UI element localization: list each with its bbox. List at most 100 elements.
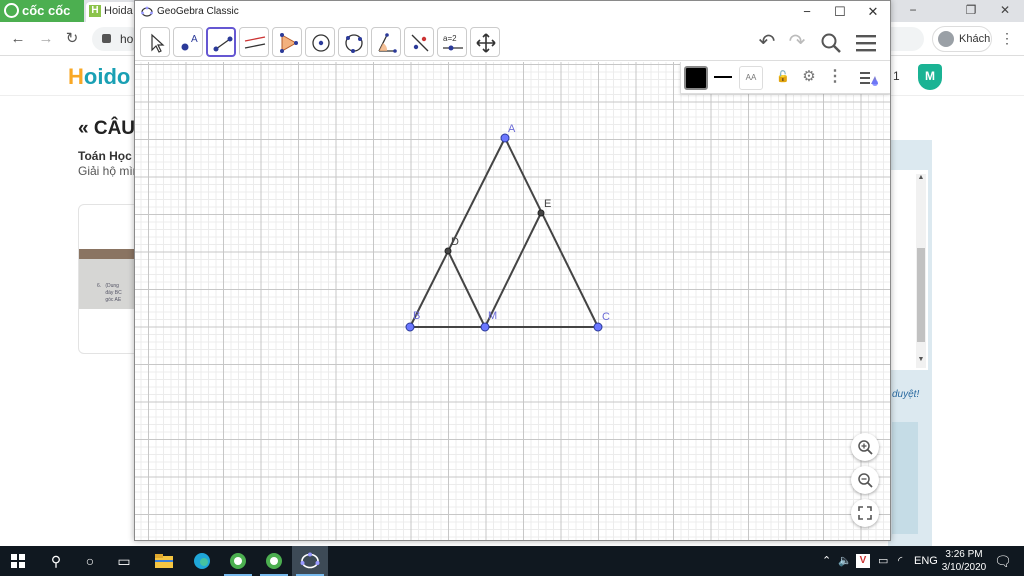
fullscreen-button[interactable] bbox=[851, 499, 879, 527]
algebra-view-toggle-icon[interactable] bbox=[857, 66, 881, 90]
windows-taskbar: ⚲ ○ ▭ ⌃ 🔈 V ▭ ◜ ENG 3:26 PM 3/10/2020 🗨 bbox=[0, 546, 1024, 576]
parallel-lines-icon bbox=[244, 36, 266, 49]
zoom-out-button[interactable] bbox=[851, 466, 879, 494]
settings-gear-icon[interactable]: ⚙ bbox=[797, 66, 821, 90]
gg-minimize-button[interactable]: − bbox=[790, 1, 824, 23]
coccoc-taskbar-icon-2[interactable] bbox=[256, 546, 292, 576]
guest-label: Khách bbox=[959, 33, 991, 45]
segment-AB[interactable] bbox=[409, 137, 506, 328]
slider-tool[interactable]: a=2 bbox=[437, 27, 467, 57]
antivirus-icon[interactable]: V bbox=[856, 554, 870, 568]
browser-tab[interactable]: H Hoida bbox=[86, 2, 136, 22]
scroll-down-icon[interactable]: ▼ bbox=[916, 356, 926, 366]
lock-icon[interactable]: 🔓 bbox=[771, 66, 795, 90]
point-label-E: E bbox=[544, 198, 551, 210]
task-view-icon[interactable]: ▭ bbox=[106, 546, 142, 576]
geometry-figure[interactable]: A B C D E M bbox=[135, 62, 890, 540]
segment-DM[interactable] bbox=[447, 250, 486, 328]
clock-time: 3:26 PM bbox=[945, 549, 983, 560]
perpendicular-line-tool[interactable] bbox=[239, 27, 269, 57]
redo-icon[interactable]: ↷ bbox=[783, 29, 811, 57]
slider-tool-label: a=2 bbox=[443, 34, 457, 43]
graphics-view[interactable]: A B C D E M AA 🔓 ⚙ ⋮ bbox=[135, 62, 890, 540]
subject-label[interactable]: Toán Học bbox=[78, 149, 132, 163]
slider-icon: a=2 bbox=[443, 34, 463, 51]
angle-tool[interactable] bbox=[371, 27, 401, 57]
geogebra-titlebar: GeoGebra Classic − ☐ ✕ bbox=[135, 1, 890, 23]
search-icon[interactable] bbox=[817, 29, 845, 57]
undo-icon[interactable]: ↶ bbox=[753, 29, 781, 57]
notifications-icon[interactable]: 🗨 bbox=[994, 546, 1012, 576]
gg-maximize-button[interactable]: ☐ bbox=[823, 1, 857, 23]
segment-AC[interactable] bbox=[504, 137, 599, 328]
zoom-in-button[interactable] bbox=[851, 433, 879, 461]
coccoc-logo[interactable]: cốc cốc bbox=[0, 0, 84, 22]
point-C[interactable] bbox=[593, 322, 603, 332]
point-label-C: C bbox=[602, 311, 610, 323]
file-explorer-icon[interactable] bbox=[146, 546, 182, 576]
forward-icon[interactable]: → bbox=[36, 29, 56, 49]
user-shield-avatar[interactable]: M bbox=[918, 64, 942, 90]
edge-browser-icon[interactable] bbox=[184, 546, 220, 576]
circle-three-points-icon bbox=[345, 34, 363, 53]
color-swatch[interactable] bbox=[684, 66, 708, 90]
svg-text:A: A bbox=[191, 34, 198, 45]
battery-icon[interactable]: ▭ bbox=[878, 546, 888, 576]
clock[interactable]: 3:26 PM 3/10/2020 bbox=[940, 548, 988, 574]
question-title: « CÂU bbox=[78, 118, 136, 139]
language-indicator[interactable]: ENG bbox=[914, 546, 938, 576]
segment-tool[interactable] bbox=[206, 27, 236, 57]
site-logo[interactable]: Hoido bbox=[68, 64, 130, 90]
move-cross-icon bbox=[476, 33, 496, 53]
guest-profile-button[interactable]: Khách bbox=[932, 26, 992, 52]
question-prompt: Giải hộ mìn bbox=[78, 164, 140, 178]
polygon-icon bbox=[280, 33, 298, 53]
gg-close-button[interactable]: ✕ bbox=[856, 1, 890, 23]
notification-count[interactable]: 1 bbox=[893, 69, 900, 83]
point-E[interactable] bbox=[537, 209, 545, 217]
reflect-icon bbox=[411, 34, 429, 52]
move-tool[interactable] bbox=[140, 27, 170, 57]
coccoc-taskbar-icon[interactable] bbox=[220, 546, 256, 576]
cortana-icon[interactable]: ○ bbox=[72, 546, 108, 576]
approved-text: duyệt! bbox=[892, 389, 920, 400]
more-options-icon[interactable]: ⋮ bbox=[823, 66, 847, 90]
tray-expand-icon[interactable]: ⌃ bbox=[822, 546, 831, 576]
search-icon[interactable]: ⚲ bbox=[38, 546, 74, 576]
move-graphics-view-tool[interactable] bbox=[470, 27, 500, 57]
main-menu-icon[interactable] bbox=[852, 29, 880, 57]
site-logo-rest: oido bbox=[83, 64, 131, 89]
point-A[interactable] bbox=[500, 133, 510, 143]
browser-restore-button[interactable]: ❐ bbox=[956, 0, 986, 22]
profile-avatar-icon bbox=[938, 31, 954, 47]
geogebra-title: GeoGebra Classic bbox=[157, 6, 239, 17]
line-style-button[interactable] bbox=[711, 66, 735, 90]
windows-start-icon[interactable] bbox=[0, 546, 36, 576]
text-size-button[interactable]: AA bbox=[739, 66, 763, 90]
point-tool[interactable]: A bbox=[173, 27, 203, 57]
point-M[interactable] bbox=[480, 322, 490, 332]
clock-date: 3/10/2020 bbox=[941, 562, 987, 573]
segment-icon bbox=[213, 36, 233, 52]
panel-scrollbar-thumb[interactable] bbox=[917, 248, 925, 342]
browser-close-button[interactable]: ✕ bbox=[990, 0, 1020, 22]
reload-icon[interactable]: ↻ bbox=[62, 29, 82, 49]
polygon-tool[interactable] bbox=[272, 27, 302, 57]
point-D[interactable] bbox=[444, 247, 452, 255]
site-logo-initial: H bbox=[68, 64, 84, 89]
browser-menu-icon[interactable]: ⋮ bbox=[1000, 31, 1014, 47]
circle-center-point-tool[interactable] bbox=[305, 27, 335, 57]
circle-center-icon bbox=[312, 34, 330, 52]
browser-minimize-button[interactable]: − bbox=[898, 0, 928, 22]
angle-icon bbox=[378, 33, 397, 53]
wifi-icon[interactable]: ◜ bbox=[898, 546, 902, 576]
reflect-tool[interactable] bbox=[404, 27, 434, 57]
point-B[interactable] bbox=[405, 322, 415, 332]
address-bar-end[interactable] bbox=[888, 27, 924, 51]
volume-icon[interactable]: 🔈 bbox=[838, 546, 852, 576]
scroll-up-icon[interactable]: ▲ bbox=[916, 174, 926, 184]
browser-tab-title: Hoida bbox=[104, 5, 133, 17]
circle-three-points-tool[interactable] bbox=[338, 27, 368, 57]
back-icon[interactable]: ← bbox=[8, 29, 28, 49]
geogebra-taskbar-icon[interactable] bbox=[292, 546, 328, 576]
